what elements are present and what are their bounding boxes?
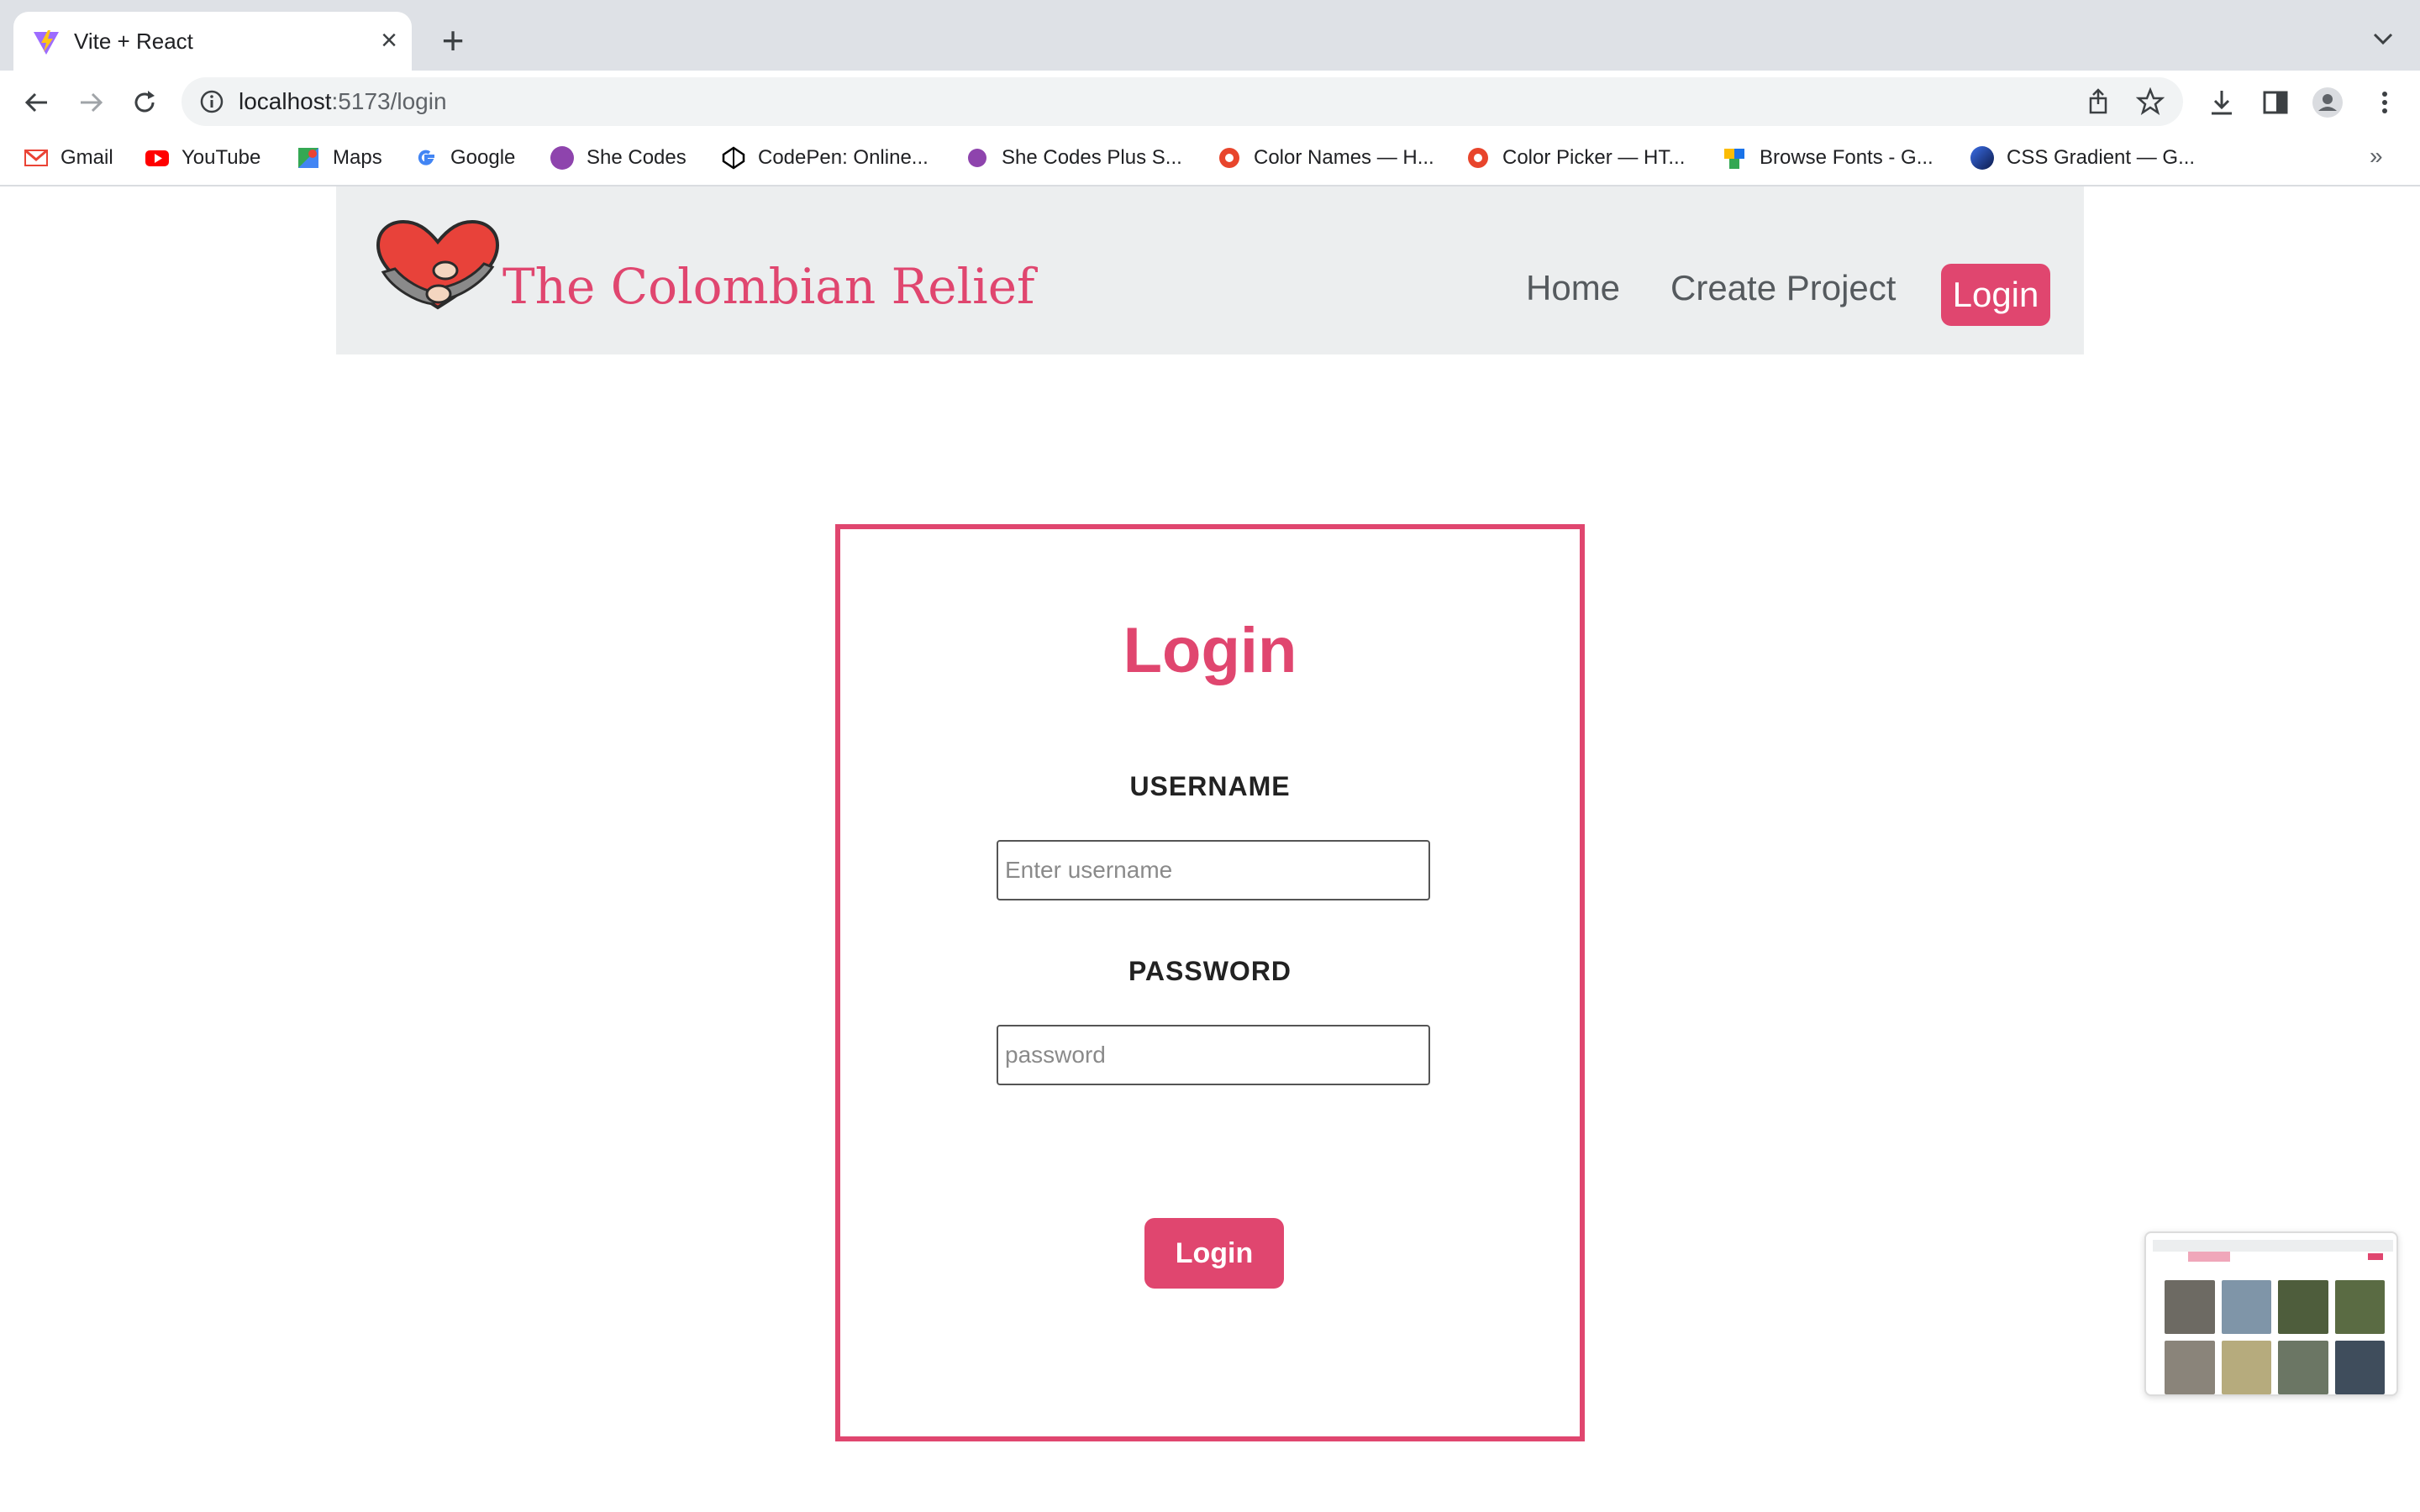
cssgradient-icon — [1970, 146, 1994, 170]
bookmark-maps[interactable]: Maps — [296, 143, 382, 173]
bookmark-she-codes-plus[interactable]: She Codes Plus S... — [965, 143, 1182, 173]
thumbnail-photo — [2165, 1341, 2215, 1394]
codepen-icon — [722, 146, 745, 170]
nav-create-project-link[interactable]: Create Project — [1670, 267, 1896, 309]
reload-icon[interactable] — [128, 86, 161, 119]
thumbnail-logo — [2188, 1252, 2230, 1262]
bookmark-codepen[interactable]: CodePen: Online... — [721, 143, 929, 173]
forward-icon[interactable] — [74, 86, 108, 119]
username-input[interactable] — [997, 840, 1430, 900]
browser-toolbar: localhost:5173/login — [0, 71, 2420, 131]
colorpicker-icon — [1468, 148, 1488, 168]
thumbnail-header — [2153, 1240, 2393, 1252]
url-path: :5173/login — [331, 88, 447, 114]
thumbnail-photo-grid — [2165, 1280, 2385, 1394]
address-bar[interactable]: localhost:5173/login — [182, 77, 2183, 126]
thumbnail-photo — [2278, 1341, 2328, 1394]
colorpicker-icon — [1219, 148, 1239, 168]
back-icon[interactable] — [20, 86, 54, 119]
shecodes-icon — [968, 149, 986, 167]
username-label: USERNAME — [1129, 771, 1291, 801]
login-title: Login — [1123, 615, 1297, 686]
nav-login-button[interactable]: Login — [1941, 264, 2050, 326]
bookmark-browse-fonts[interactable]: Browse Fonts - G... — [1723, 143, 1933, 173]
download-icon[interactable] — [2205, 86, 2238, 119]
browser-tab-strip: Vite + React × + — [0, 0, 2420, 71]
bookmark-google[interactable]: Google — [413, 143, 515, 173]
thumbnail-photo — [2221, 1341, 2271, 1394]
heart-hug-logo-icon[interactable] — [375, 220, 501, 314]
login-card: Login USERNAME PASSWORD Login — [835, 524, 1585, 1441]
thumbnail-photo — [2278, 1280, 2328, 1334]
page-preview-thumbnail[interactable] — [2144, 1231, 2398, 1396]
gmail-icon — [24, 149, 48, 166]
google-fonts-icon — [1724, 149, 1744, 169]
bookmark-star-icon[interactable] — [2136, 87, 2165, 116]
thumbnail-photo — [2334, 1280, 2385, 1334]
site-header: The Colombian Relief Home Create Project… — [336, 186, 2084, 354]
url-text: localhost:5173/login — [239, 87, 447, 116]
close-tab-icon[interactable]: × — [375, 26, 403, 55]
side-panel-icon[interactable] — [2259, 86, 2292, 119]
thumbnail-photo — [2221, 1280, 2271, 1334]
info-icon[interactable] — [198, 88, 225, 115]
shecodes-icon — [550, 146, 574, 170]
more-bookmarks-icon[interactable]: » — [2370, 143, 2383, 170]
bookmark-color-picker[interactable]: Color Picker — HT... — [1465, 143, 1685, 173]
profile-avatar-icon[interactable] — [2311, 86, 2344, 119]
brand-title[interactable]: The Colombian Relief — [502, 257, 1035, 316]
url-host: localhost — [239, 88, 332, 114]
thumbnail-photo — [2165, 1280, 2215, 1334]
bookmarks-bar: Gmail YouTube Maps Google She Codes Code… — [0, 131, 2420, 186]
thumbnail-photo — [2334, 1341, 2385, 1394]
bookmark-youtube[interactable]: YouTube — [145, 143, 260, 173]
tab-title: Vite + React — [74, 29, 193, 54]
bookmark-she-codes[interactable]: She Codes — [550, 143, 687, 173]
bookmark-color-names[interactable]: Color Names — H... — [1217, 143, 1434, 173]
password-input[interactable] — [997, 1025, 1430, 1085]
bookmark-css-gradient[interactable]: CSS Gradient — G... — [1970, 143, 2195, 173]
thumbnail-button — [2368, 1253, 2383, 1260]
new-tab-icon[interactable]: + — [435, 21, 471, 60]
youtube-icon — [145, 150, 169, 166]
bookmark-gmail[interactable]: Gmail — [24, 143, 113, 173]
vite-icon — [34, 30, 59, 55]
login-submit-button[interactable]: Login — [1144, 1218, 1284, 1289]
google-icon — [418, 150, 434, 165]
browser-tab[interactable]: Vite + React × — [13, 12, 412, 71]
maps-icon — [298, 148, 318, 168]
chevron-down-icon[interactable] — [2368, 24, 2398, 54]
share-icon[interactable] — [2084, 87, 2112, 116]
nav-home-link[interactable]: Home — [1526, 267, 1620, 309]
password-label: PASSWORD — [1128, 956, 1292, 986]
more-menu-icon[interactable] — [2368, 86, 2402, 119]
